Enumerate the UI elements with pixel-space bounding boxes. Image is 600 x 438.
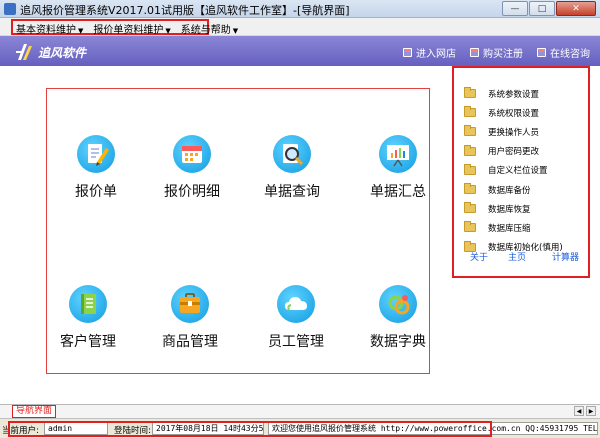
app-window: 追风报价管理系统V2017.01试用版【追风软件工作室】-[导航界面] — □ …	[0, 0, 600, 438]
presentation-chart-icon	[379, 135, 417, 173]
logo-text: 追风软件	[38, 46, 87, 60]
side-links: 关于 主页 计算器	[470, 250, 579, 263]
tab-navigation[interactable]: 导航界面	[12, 405, 57, 418]
cart-icon	[470, 48, 479, 57]
tile-label: 单据查询	[264, 184, 320, 200]
pencil-document-icon	[77, 135, 115, 173]
folder-icon	[464, 163, 476, 175]
tile-label: 客户管理	[60, 334, 116, 350]
about-link[interactable]: 关于	[470, 250, 488, 263]
folder-icon	[464, 106, 476, 118]
app-icon	[4, 3, 16, 15]
tile-label: 单据汇总	[370, 184, 426, 200]
address-book-icon	[69, 285, 107, 323]
tile-data-dictionary[interactable]: 数据字典	[353, 285, 443, 365]
tile-label: 报价明细	[164, 184, 220, 200]
tab-scroll-arrows: ◀ ▶	[574, 406, 596, 416]
side-item-change-password[interactable]: 用户密码更改	[464, 142, 563, 161]
status-bar: 当前用户: admin 登陆时间: 2017年08月18日 14时43分57秒 …	[0, 418, 600, 438]
scroll-right-icon[interactable]: ▶	[586, 406, 596, 416]
chat-icon	[537, 48, 546, 57]
menu-system-help[interactable]: 系统与帮助 ▼	[181, 21, 238, 36]
title-bar[interactable]: 追风报价管理系统V2017.01试用版【追风软件工作室】-[导航界面] — □ …	[0, 0, 600, 18]
link-online-consult[interactable]: 在线咨询	[537, 45, 590, 60]
window-controls: — □ ✕	[502, 1, 596, 16]
side-item-db-compress[interactable]: 数据库压缩	[464, 218, 563, 237]
minimize-button[interactable]: —	[502, 1, 528, 16]
logo-icon	[16, 44, 32, 60]
cloud-icon	[277, 285, 315, 323]
folder-icon	[464, 202, 476, 214]
status-highlight-box	[8, 421, 492, 437]
close-button[interactable]: ✕	[556, 1, 596, 16]
tile-label: 员工管理	[268, 334, 324, 350]
side-item-db-backup[interactable]: 数据库备份	[464, 180, 563, 199]
tile-document-query[interactable]: 单据查询	[247, 135, 337, 215]
tile-label: 报价单	[75, 184, 117, 200]
folder-icon	[464, 125, 476, 137]
scroll-left-icon[interactable]: ◀	[574, 406, 584, 416]
menu-basic-data[interactable]: 基本资料维护 ▼	[16, 21, 83, 36]
system-list: 系统参数设置 系统权限设置 更换操作人员 用户密码更改 自定义栏位设置 数据库备…	[464, 84, 563, 257]
maximize-button[interactable]: □	[529, 1, 555, 16]
briefcase-icon	[171, 285, 209, 323]
menu-quote-data[interactable]: 报价单资料维护 ▼	[93, 21, 170, 36]
folder-icon	[464, 183, 476, 195]
folder-icon	[464, 144, 476, 156]
calculator-link[interactable]: 计算器	[552, 250, 579, 263]
system-panel: 系统参数设置 系统权限设置 更换操作人员 用户密码更改 自定义栏位设置 数据库备…	[452, 66, 590, 278]
tile-employee-management[interactable]: 员工管理	[251, 285, 341, 365]
tile-customer-management[interactable]: 客户管理	[43, 285, 133, 365]
window-title: 追风报价管理系统V2017.01试用版【追风软件工作室】-[导航界面]	[20, 4, 350, 17]
menu-items: 基本资料维护 ▼ 报价单资料维护 ▼ 系统与帮助 ▼	[16, 21, 238, 36]
chevron-down-icon: ▼	[78, 27, 84, 35]
tile-product-management[interactable]: 商品管理	[145, 285, 235, 365]
tile-quote-details[interactable]: 报价明细	[147, 135, 237, 215]
tile-label: 商品管理	[162, 334, 218, 350]
side-item-custom-columns[interactable]: 自定义栏位设置	[464, 161, 563, 180]
side-item-switch-operator[interactable]: 更换操作人员	[464, 122, 563, 141]
calendar-icon	[173, 135, 211, 173]
side-item-permissions[interactable]: 系统权限设置	[464, 103, 563, 122]
folder-icon	[464, 87, 476, 99]
link-enter-shop[interactable]: 进入网店	[403, 45, 456, 60]
chevron-down-icon: ▼	[232, 27, 239, 35]
side-item-db-restore[interactable]: 数据库恢复	[464, 199, 563, 218]
main-tile-area: 报价单 报价明细 单据查询 单据汇总 客户管理 商品管理 员工管理 数据字典	[46, 88, 430, 374]
tile-quote[interactable]: 报价单	[51, 135, 141, 215]
tile-label: 数据字典	[370, 334, 426, 350]
tab-strip: 导航界面 ◀ ▶	[0, 404, 600, 418]
store-icon	[403, 48, 412, 57]
magnifier-icon	[273, 135, 311, 173]
header-links: 进入网店 购买注册 在线咨询	[403, 45, 590, 60]
chevron-down-icon: ▼	[165, 27, 171, 35]
folder-icon	[464, 221, 476, 233]
tile-document-summary[interactable]: 单据汇总	[353, 135, 443, 215]
header-banner: 追风软件 进入网店 购买注册 在线咨询	[0, 36, 600, 66]
side-item-system-params[interactable]: 系统参数设置	[464, 84, 563, 103]
rings-icon	[379, 285, 417, 323]
link-buy-register[interactable]: 购买注册	[470, 45, 523, 60]
menu-bar: 基本资料维护 ▼ 报价单资料维护 ▼ 系统与帮助 ▼	[0, 18, 600, 36]
home-link[interactable]: 主页	[508, 250, 526, 263]
